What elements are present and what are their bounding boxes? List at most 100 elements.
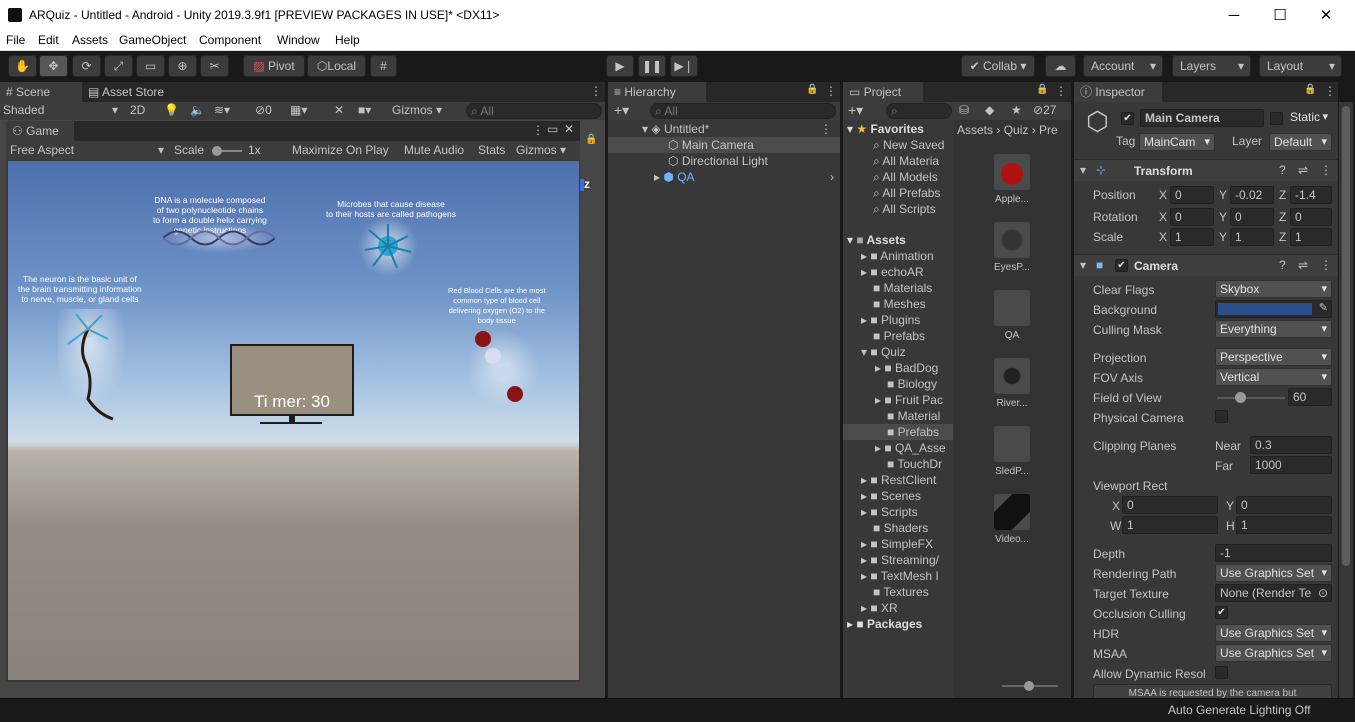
chevron-right-icon[interactable]: › bbox=[830, 169, 834, 185]
folder-item[interactable]: ▸ ■ RestClient bbox=[861, 472, 936, 488]
help-icon[interactable]: ? bbox=[1279, 163, 1286, 177]
hierarchy-item-qa[interactable]: ▸ ⬢ QA › bbox=[608, 169, 840, 185]
scale-z-field[interactable]: 1 bbox=[1290, 228, 1332, 246]
field-of-view-input[interactable]: 60 bbox=[1288, 388, 1332, 406]
pause-button[interactable]: ❚❚ bbox=[638, 55, 666, 77]
tag-dropdown[interactable]: MainCam bbox=[1139, 133, 1215, 151]
asset-thumb-sled[interactable]: SledP... bbox=[992, 426, 1032, 477]
expand-arrow-icon[interactable]: ▸ bbox=[654, 170, 660, 184]
folder-item[interactable]: ▸ ■ Scenes bbox=[861, 488, 921, 504]
packages-root[interactable]: ▸ ■ Packages bbox=[847, 616, 922, 632]
position-y-field[interactable]: -0.02 bbox=[1230, 186, 1274, 204]
position-z-field[interactable]: -1.4 bbox=[1290, 186, 1332, 204]
viewport-y-input[interactable]: 0 bbox=[1236, 496, 1332, 514]
folder-item[interactable]: ■ Meshes bbox=[873, 296, 926, 312]
scale-slider-thumb[interactable] bbox=[212, 146, 222, 156]
tab-inspector[interactable]: ⓘ Inspector bbox=[1074, 82, 1162, 102]
inspector-scrollbar[interactable] bbox=[1339, 102, 1353, 698]
hierarchy-search-input[interactable]: ⌕ All bbox=[650, 103, 836, 119]
folder-item[interactable]: ▸ ■ Animation bbox=[861, 248, 934, 264]
inspector-scrollbar-thumb[interactable] bbox=[1342, 106, 1350, 566]
viewport-h-input[interactable]: 1 bbox=[1236, 516, 1332, 534]
expand-arrow-icon[interactable]: ▾ bbox=[642, 122, 648, 136]
folder-item[interactable]: ▾ ■ Quiz bbox=[861, 344, 906, 360]
clear-flags-dropdown[interactable]: Skybox bbox=[1215, 280, 1332, 298]
tab-project[interactable]: ▭ Project bbox=[843, 82, 923, 102]
scene-search-input[interactable]: ⌕ All bbox=[466, 103, 602, 119]
status-text[interactable]: Auto Generate Lighting Off bbox=[1168, 703, 1311, 717]
tab-scene[interactable]: # Scene bbox=[0, 82, 82, 102]
asset-thumb-river[interactable]: River... bbox=[992, 358, 1032, 409]
scale-x-field[interactable]: 1 bbox=[1170, 228, 1214, 246]
pivot-toggle[interactable]: ▨ Pivot bbox=[243, 55, 305, 77]
target-texture-field[interactable]: None (Render Te ⊙ bbox=[1215, 584, 1332, 602]
stats-toggle[interactable]: Stats bbox=[478, 143, 505, 157]
msaa-dropdown[interactable]: Use Graphics Set bbox=[1215, 644, 1332, 662]
breadcrumb-item[interactable]: Assets bbox=[957, 123, 993, 137]
layout-dropdown[interactable]: Layout ▾ bbox=[1259, 55, 1342, 77]
breadcrumb-item[interactable]: Pre bbox=[1039, 123, 1058, 137]
folder-item[interactable]: ■ Shaders bbox=[873, 520, 928, 536]
fov-slider-thumb[interactable] bbox=[1234, 392, 1246, 403]
inspector-menu-icon[interactable]: ⋮ bbox=[1324, 84, 1336, 98]
scale-tool-icon[interactable]: ⤢ bbox=[104, 55, 133, 77]
viewport-x-input[interactable]: 0 bbox=[1122, 496, 1218, 514]
game-viewport[interactable]: DNA is a molecule composed of two polynu… bbox=[8, 161, 579, 680]
folder-item[interactable]: ▸ ■ echoAR bbox=[861, 264, 924, 280]
minimize-button[interactable]: ─ bbox=[1211, 0, 1257, 31]
move-tool-icon[interactable]: ✥ bbox=[39, 55, 68, 77]
game-close-icon[interactable]: ✕ bbox=[564, 122, 574, 136]
cloud-button[interactable]: ☁ bbox=[1045, 55, 1076, 77]
favorite-item[interactable]: ⌕ All Materia bbox=[873, 153, 939, 169]
culling-mask-dropdown[interactable]: Everything bbox=[1215, 320, 1332, 338]
thumbnail-size-thumb[interactable] bbox=[1024, 681, 1034, 691]
static-dropdown[interactable]: Static bbox=[1286, 109, 1332, 127]
rect-tool-icon[interactable]: ▭ bbox=[136, 55, 165, 77]
tab-hierarchy[interactable]: ≡ Hierarchy bbox=[608, 82, 706, 102]
favorite-item[interactable]: ⌕ All Prefabs bbox=[873, 185, 940, 201]
folder-item[interactable]: ■ Textures bbox=[873, 584, 929, 600]
favorite-item[interactable]: ⌕ New Saved bbox=[873, 137, 944, 153]
scene-root-item[interactable]: ▾ ◈ Untitled* ⋮ bbox=[608, 121, 840, 137]
hierarchy-menu-icon[interactable]: ⋮ bbox=[825, 84, 837, 98]
preset-icon[interactable]: ⇌ bbox=[1298, 258, 1308, 272]
breadcrumb-item[interactable]: Quiz bbox=[1004, 123, 1029, 137]
layer-dropdown[interactable]: Default bbox=[1269, 133, 1332, 151]
hierarchy-lock-icon[interactable]: 🔒 bbox=[806, 84, 818, 95]
play-button[interactable]: ▶ bbox=[606, 55, 634, 77]
hidden-objects-icon[interactable]: ⊘0 bbox=[255, 103, 272, 117]
favorites-header[interactable]: ▾ ★ Favorites bbox=[847, 121, 924, 137]
object-picker-icon[interactable]: ⊙ bbox=[1318, 585, 1328, 601]
collapse-arrow-icon[interactable]: ▾ bbox=[1080, 163, 1086, 177]
menu-gameobject[interactable]: GameObject bbox=[119, 33, 186, 47]
shading-dropdown[interactable]: Shaded ▾ bbox=[3, 103, 121, 117]
background-color-field[interactable]: ✎ bbox=[1215, 300, 1332, 318]
create-button[interactable]: +▾ bbox=[614, 102, 629, 119]
filter-type-icon[interactable]: ⛁ bbox=[959, 103, 969, 117]
tab-asset-store[interactable]: ▤ Asset Store bbox=[82, 82, 172, 102]
folder-item[interactable]: ■ Materials bbox=[873, 280, 932, 296]
favorite-item[interactable]: ⌕ All Models bbox=[873, 169, 938, 185]
favorite-star-icon[interactable]: ★ bbox=[1011, 103, 1022, 117]
scale-y-field[interactable]: 1 bbox=[1230, 228, 1274, 246]
lock-icon[interactable]: 🔒 bbox=[585, 134, 597, 145]
thumbnail-size-slider[interactable] bbox=[1002, 681, 1058, 691]
favorite-item[interactable]: ⌕ All Scripts bbox=[873, 201, 936, 217]
projection-dropdown[interactable]: Perspective bbox=[1215, 348, 1332, 366]
collapse-arrow-icon[interactable]: ▾ bbox=[1080, 258, 1086, 272]
folder-item[interactable]: ▸ ■ BadDog bbox=[875, 360, 938, 376]
hidden-packages-icon[interactable]: ⊘27 bbox=[1033, 103, 1056, 117]
transform-header[interactable]: ▾ ⊹ Transform ? ⇌ ⋮ bbox=[1074, 159, 1338, 181]
folder-item[interactable]: ▸ ■ QA_Asse bbox=[875, 440, 946, 456]
transform-tool-icon[interactable]: ⊕ bbox=[168, 55, 197, 77]
asset-thumb-video[interactable]: Video... bbox=[992, 494, 1032, 545]
hierarchy-item-directional-light[interactable]: ⬡ Directional Light bbox=[608, 153, 840, 169]
mode-2d-button[interactable]: 2D bbox=[130, 103, 145, 117]
folder-item[interactable]: ■ Prefabs bbox=[873, 328, 925, 344]
scene-menu-icon[interactable]: ⋮ bbox=[820, 121, 832, 137]
menu-edit[interactable]: Edit bbox=[38, 33, 59, 47]
collab-dropdown[interactable]: ✔ Collab ▾ bbox=[961, 55, 1035, 77]
maximize-on-play-toggle[interactable]: Maximize On Play bbox=[292, 143, 389, 157]
eyedropper-icon[interactable]: ✎ bbox=[1319, 301, 1328, 314]
menu-assets[interactable]: Assets bbox=[72, 33, 108, 47]
